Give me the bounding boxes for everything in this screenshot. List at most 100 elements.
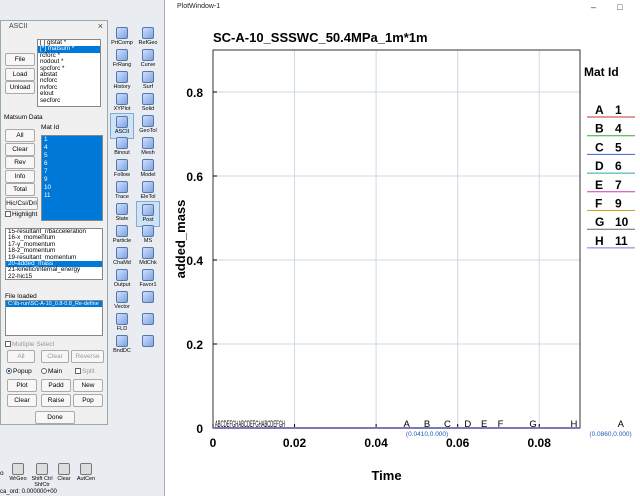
wrgeo-button[interactable]: WrGeo [6,463,30,482]
component-list-item[interactable]: 22-hic15 [6,273,102,279]
x-tick-label: 0 [210,436,217,450]
file-list[interactable]: [ ] glstat * [*] matsum * rcforc * nodout *… [37,39,101,107]
trace-icon [116,181,128,193]
legend-letter: D [595,159,604,173]
legend-label: 4 [615,122,622,136]
legend-label: 7 [615,178,622,192]
surf-icon [142,71,154,83]
shfctr-button[interactable]: Shift Ctrl ShfCtr [30,463,54,488]
tool-label: Particle [112,238,132,244]
y-tick-label: 0.4 [186,254,203,268]
legend-letter: E [595,178,603,192]
load-button[interactable]: Load [5,68,35,81]
minimize-icon[interactable]: – [591,0,596,14]
legend-letter: G [595,215,604,229]
tool-label: XYPlot [113,106,131,112]
legend-label: 1 [615,103,622,117]
tool-label: Surf [142,84,154,90]
x-tick-label: 0.08 [528,436,552,450]
fld-icon [116,313,128,325]
tool-label: EleTol [140,194,156,200]
pop-button[interactable]: Pop [73,394,103,407]
split-checkbox[interactable]: Split [75,368,95,375]
highlight-checkbox[interactable]: Highlight [5,211,37,218]
mat-clear-button[interactable]: Clear [5,143,35,156]
blank-icon [142,335,154,347]
raise-button[interactable]: Raise [41,394,71,407]
refgeo-icon [142,27,154,39]
mat-id-list[interactable]: 1 4 5 6 7 9 10 11 [41,135,103,221]
post-icon [142,204,154,216]
follow-icon [116,159,128,171]
new-button[interactable]: New [73,379,103,392]
done-button[interactable]: Done [35,411,75,424]
clear-icon [58,463,70,475]
file-loaded-item[interactable]: C:\lb-run\SC-A-10_0.8-0.8_Re-define [6,301,102,308]
mat-id-item[interactable]: 1 [42,136,102,144]
mat-id-item[interactable]: 5 [42,152,102,160]
multiple-select-checkbox[interactable]: Multiple Select [5,341,54,348]
plot-clear-button[interactable]: Clear [7,394,37,407]
curve-marker: A [618,419,625,430]
curve-marker: E [481,419,487,430]
file-list-item[interactable]: secforc [38,97,100,104]
main-radio[interactable]: Main [41,368,62,375]
mat-all-button[interactable]: All [5,129,35,142]
ms-icon [142,225,154,237]
ascii-dialog: ASCII × File Load Unload [ ] glstat * [*]… [0,20,108,425]
mat-info-button[interactable]: Info [5,170,35,183]
mat-id-item[interactable]: 4 [42,144,102,152]
mat-id-item[interactable]: 11 [42,192,102,200]
state-icon [116,203,128,215]
chamd-icon [116,247,128,259]
plot-frame [212,49,581,429]
tool-bnddc[interactable]: BndDC [110,333,134,359]
chart: SC-A-10_SSSWC_50.4MPa_1m*1m 0 0.02 0.04 0.06… [173,30,635,483]
y-tick-label: 0.8 [186,86,203,100]
tool-blank[interactable] [136,333,160,359]
solid-icon [142,93,154,105]
autcen-label: AutCen [76,476,96,482]
y-axis-label: added_mass [173,200,188,279]
bottom-clear-button[interactable]: Clear [52,463,76,482]
curve-marker: F [498,419,504,430]
highlight-label: Highlight [12,211,38,218]
hic-csi-dri-button[interactable]: Hic/Csi/Dri [5,197,38,210]
ascii-dialog-title: ASCII [9,23,28,30]
file-loaded-list[interactable]: C:\lb-run\SC-A-10_0.8-0.8_Re-define [5,300,103,336]
tool-label: RefGeo [138,40,158,46]
ms-clear-button[interactable]: Clear [41,350,69,363]
shfctr-label: Shift Ctrl ShfCtr [31,476,53,488]
popup-label: Popup [13,368,32,375]
mat-id-item[interactable]: 7 [42,168,102,176]
mat-id-item[interactable]: 6 [42,160,102,168]
component-list[interactable]: 15-resultant_r/bacceleration 16-x_momentu… [5,228,103,280]
autcen-button[interactable]: AutCen [74,463,98,482]
close-icon[interactable]: × [98,21,103,31]
file-button[interactable]: File [5,53,35,66]
y-tick-label: 0.6 [186,170,203,184]
mat-rev-button[interactable]: Rev [5,156,35,169]
curve-marker: G [529,419,536,430]
curve-marker: H [570,419,577,430]
unload-button[interactable]: Unload [5,81,35,94]
mat-id-item[interactable]: 9 [42,176,102,184]
popup-radio[interactable]: Popup [6,368,32,375]
legend-letter: H [595,234,604,248]
legend-label: 10 [615,215,629,229]
radio-off-icon [41,368,47,375]
autocenter-icon [80,463,92,475]
plot-button[interactable]: Plot [7,379,37,392]
point-annotation: (0.0860,0.000) [589,431,631,438]
ms-all-button[interactable]: All [7,350,35,363]
frrang-icon [116,49,128,61]
wrgeo-icon [12,463,24,475]
maximize-icon[interactable]: □ [617,0,622,14]
tool-label: MS [143,238,153,244]
tool-label: Mesh [141,150,155,156]
tool-label: PrtComp [111,40,133,46]
mat-total-button[interactable]: Total [5,183,35,196]
mat-id-item[interactable]: 10 [42,184,102,192]
padd-button[interactable]: Padd [41,379,71,392]
ms-reverse-button[interactable]: Reverse [71,350,104,363]
